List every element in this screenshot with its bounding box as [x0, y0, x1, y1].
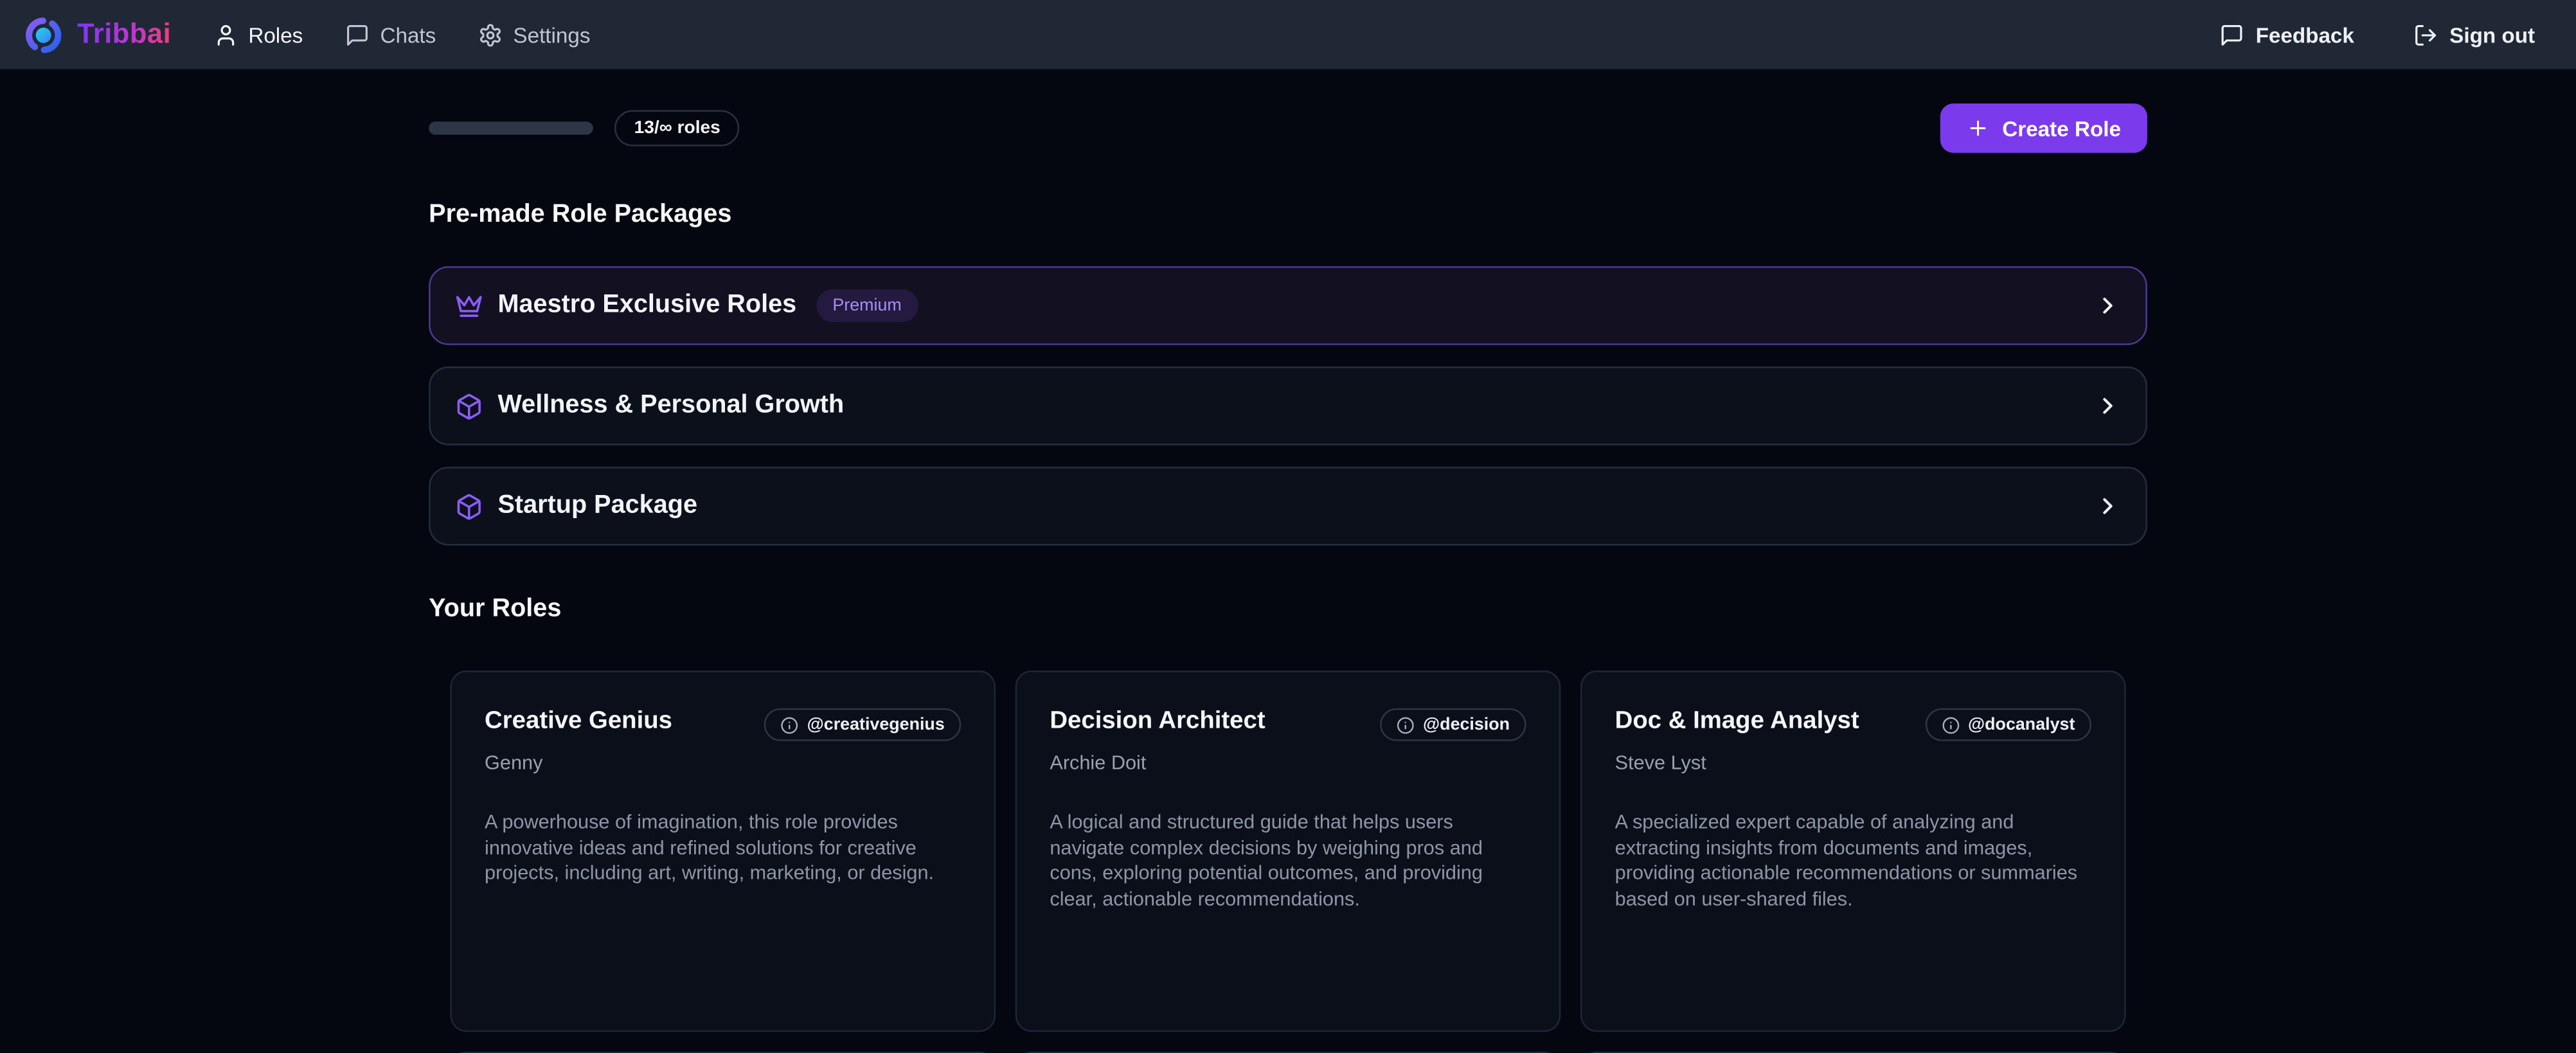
logout-icon	[2413, 22, 2438, 47]
tribbai-logo-icon	[23, 14, 64, 55]
roles-count-badge: 13/∞ roles	[614, 110, 740, 146]
role-title: Doc & Image Analyst	[1615, 708, 1859, 735]
nav-item-label: Roles	[248, 22, 303, 47]
nav-item-chats[interactable]: Chats	[346, 22, 436, 47]
brand-name: Tribbai	[77, 18, 171, 51]
role-card-decision-architect[interactable]: Decision Architect @decision Archie Doit…	[1015, 670, 1561, 1032]
package-name: Wellness & Personal Growth	[498, 391, 845, 420]
feedback-label: Feedback	[2256, 22, 2354, 47]
your-roles-heading: Your Roles	[429, 595, 2147, 624]
main-content: 13/∞ roles Create Role Pre-made Role Pac…	[429, 104, 2147, 1053]
package-name: Maestro Exclusive Roles	[498, 291, 797, 320]
package-icon	[455, 492, 483, 520]
role-description: A logical and structured guide that help…	[1050, 810, 1526, 914]
role-description: A powerhouse of imagination, this role p…	[485, 810, 961, 887]
package-row-startup[interactable]: Startup Package	[429, 467, 2147, 546]
roles-progress-bar	[429, 122, 593, 134]
sign-out-button[interactable]: Sign out	[2413, 22, 2535, 47]
package-row-maestro[interactable]: Maestro Exclusive Roles Premium	[429, 266, 2147, 345]
gear-icon	[479, 22, 503, 47]
nav-item-label: Settings	[513, 22, 590, 47]
nav-item-settings[interactable]: Settings	[479, 22, 591, 47]
package-icon	[455, 392, 483, 420]
role-handle-chip[interactable]: @creativegenius	[764, 708, 961, 741]
role-handle: @docanalyst	[1968, 715, 2075, 735]
create-role-button[interactable]: Create Role	[1940, 104, 2147, 153]
premade-packages-heading: Pre-made Role Packages	[429, 201, 2147, 230]
roles-grid: Creative Genius @creativegenius Genny A …	[429, 670, 2147, 1053]
chat-icon	[346, 22, 370, 47]
user-icon	[214, 22, 238, 47]
role-handle: @creativegenius	[807, 715, 945, 735]
info-icon	[781, 716, 799, 734]
plus-icon	[1966, 116, 1989, 140]
package-list: Maestro Exclusive Roles Premium Wellness…	[429, 266, 2147, 546]
nav-right-actions: Feedback Sign out	[2219, 22, 2535, 47]
nav-item-label: Chats	[380, 22, 436, 47]
info-icon	[1942, 716, 1960, 734]
top-navbar: Tribbai Roles Chats Settings	[0, 0, 2576, 71]
chat-icon	[2219, 22, 2244, 47]
role-title: Decision Architect	[1050, 708, 1265, 735]
sign-out-label: Sign out	[2449, 22, 2535, 47]
create-role-label: Create Role	[2002, 116, 2121, 140]
role-agent-name: Genny	[485, 751, 961, 774]
role-card-header: Creative Genius @creativegenius	[485, 708, 961, 741]
role-card-header: Doc & Image Analyst @docanalyst	[1615, 708, 2091, 741]
role-agent-name: Archie Doit	[1050, 751, 1526, 774]
role-title: Creative Genius	[485, 708, 672, 735]
app-root: Tribbai Roles Chats Settings	[0, 0, 2576, 1053]
nav-item-roles[interactable]: Roles	[214, 22, 303, 47]
role-agent-name: Steve Lyst	[1615, 751, 2091, 774]
premium-badge: Premium	[816, 289, 918, 322]
role-handle-chip[interactable]: @decision	[1381, 708, 1526, 741]
chevron-right-icon	[2095, 493, 2121, 519]
info-icon	[1397, 716, 1415, 734]
crown-icon	[455, 292, 483, 320]
role-handle-chip[interactable]: @docanalyst	[1926, 708, 2091, 741]
role-card-doc-image-analyst[interactable]: Doc & Image Analyst @docanalyst Steve Ly…	[1580, 670, 2126, 1032]
role-handle: @decision	[1423, 715, 1510, 735]
package-name: Startup Package	[498, 491, 697, 521]
package-row-wellness[interactable]: Wellness & Personal Growth	[429, 366, 2147, 446]
chevron-right-icon	[2095, 292, 2121, 319]
role-description: A specialized expert capable of analyzin…	[1615, 810, 2091, 914]
roles-topbar: 13/∞ roles Create Role	[429, 104, 2147, 153]
chevron-right-icon	[2095, 393, 2121, 419]
role-card-creative-genius[interactable]: Creative Genius @creativegenius Genny A …	[450, 670, 996, 1032]
brand-home-link[interactable]: Tribbai	[23, 14, 171, 55]
role-card-header: Decision Architect @decision	[1050, 708, 1526, 741]
feedback-button[interactable]: Feedback	[2219, 22, 2354, 47]
